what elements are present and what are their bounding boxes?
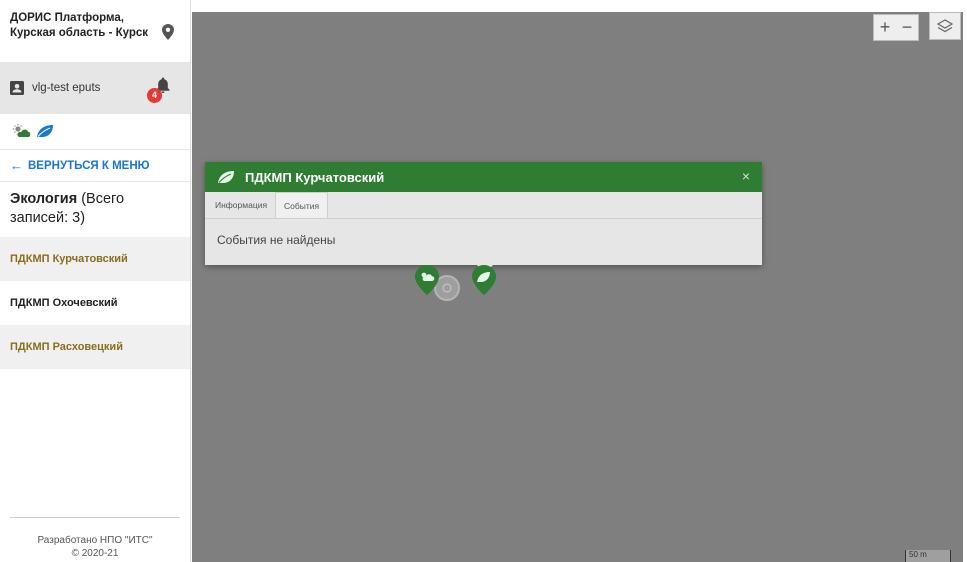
tab-events[interactable]: События xyxy=(275,192,329,218)
leaf-icon[interactable] xyxy=(36,124,54,138)
map-pin-icon[interactable] xyxy=(162,24,174,40)
list-item[interactable]: ПДКМП Охочевский xyxy=(0,281,190,325)
zoom-out-button[interactable]: − xyxy=(896,15,918,40)
close-icon[interactable]: × xyxy=(742,168,750,184)
user-panel[interactable]: vlg-test eputs 4 xyxy=(0,62,190,114)
footer: Разработано НПО "ИТС" © 2020-21 xyxy=(10,517,180,562)
section-title: Экология (Всего записей: 3) xyxy=(0,182,190,237)
footer-copyright: © 2020-21 xyxy=(71,548,119,559)
scale-bar: 50 m xyxy=(905,550,951,562)
back-to-menu-link[interactable]: ← ВЕРНУТЬСЯ К МЕНЮ xyxy=(0,150,190,182)
popup-body-text: События не найдены xyxy=(217,233,336,247)
ecology-marker-icon[interactable] xyxy=(471,264,497,296)
layers-button[interactable] xyxy=(929,12,961,40)
list-item[interactable]: ПДКМП Курчатовский xyxy=(0,237,190,281)
list-item-label: ПДКМП Курчатовский xyxy=(10,253,128,265)
popup-tabs: Информация События xyxy=(205,192,762,219)
brand-line-1: ДОРИС Платформа, xyxy=(10,12,124,24)
list-item-label: ПДКМП Охочевский xyxy=(10,297,118,309)
list-item-label: ПДКМП Расховецкий xyxy=(10,341,123,353)
zoom-in-button[interactable]: + xyxy=(874,15,896,40)
weather-icon[interactable] xyxy=(12,124,30,138)
notification-badge: 4 xyxy=(147,88,162,103)
tab-information[interactable]: Информация xyxy=(207,192,275,218)
brand-header: ДОРИС Платформа, Курская область - Курск xyxy=(0,0,190,62)
footer-developer: Разработано НПО "ИТС" xyxy=(37,535,153,546)
layer-icons xyxy=(0,114,190,150)
map-view[interactable]: ПДКМП Курчатовский × Информация События … xyxy=(192,0,967,562)
leaf-icon xyxy=(218,171,234,183)
brand-title: ДОРИС Платформа, Курская область - Курск xyxy=(10,11,180,41)
map-canvas[interactable]: ПДКМП Курчатовский × Информация События … xyxy=(192,12,963,562)
back-to-menu-label: ВЕРНУТЬСЯ К МЕНЮ xyxy=(28,159,150,172)
arrow-left-icon: ← xyxy=(10,158,23,173)
brand-line-2: Курская область - Курск xyxy=(10,27,149,39)
section-title-category: Экология xyxy=(10,191,78,207)
popup-title: ПДКМП Курчатовский xyxy=(245,169,385,185)
object-popup: ПДКМП Курчатовский × Информация События … xyxy=(205,162,762,273)
user-name: vlg-test eputs xyxy=(32,82,101,94)
popup-header: ПДКМП Курчатовский × xyxy=(205,162,762,192)
account-box-icon xyxy=(10,81,24,95)
list-item[interactable]: ПДКМП Расховецкий xyxy=(0,325,190,369)
layers-icon xyxy=(937,19,953,33)
zoom-control: + − xyxy=(873,14,919,41)
weather-marker-icon[interactable] xyxy=(414,264,440,296)
sidebar: ДОРИС Платформа, Курская область - Курск… xyxy=(0,0,191,562)
